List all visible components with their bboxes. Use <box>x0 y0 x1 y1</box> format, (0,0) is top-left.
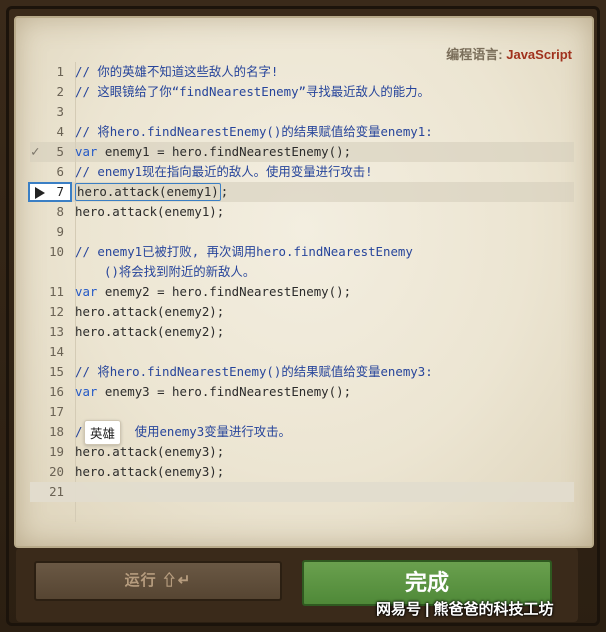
code-line[interactable]: 8 hero.attack(enemy1); <box>30 202 574 222</box>
line-number: 19 <box>49 444 64 459</box>
code-line[interactable]: 16 var enemy3 = hero.findNearestEnemy(); <box>30 382 574 402</box>
code-line[interactable]: 1 // 你的英雄不知道这些敌人的名字! <box>30 62 574 82</box>
code-line-current[interactable]: 7 hero.attack(enemy1); <box>28 182 574 202</box>
line-number: 8 <box>56 204 64 219</box>
code-line[interactable]: 4 // 将hero.findNearestEnemy()的结果赋值给变量ene… <box>30 122 574 142</box>
code-text[interactable]: // enemy1已被打败, 再次调用hero.findNearestEnemy <box>75 242 413 262</box>
line-number: 4 <box>56 124 64 139</box>
code-text-continuation[interactable]: ()将会找到附近的新敌人。 <box>104 262 255 282</box>
code-text-rest: enemy1 = hero.findNearestEnemy(); <box>97 144 352 159</box>
line-number: 6 <box>56 164 64 179</box>
play-icon <box>35 187 45 199</box>
line-number: 17 <box>49 404 64 419</box>
code-text[interactable]: var enemy2 = hero.findNearestEnemy(); <box>75 282 351 302</box>
code-line-wrap[interactable]: ()将会找到附近的新敌人。 <box>30 262 574 282</box>
code-text-rest: enemy3 = hero.findNearestEnemy(); <box>97 384 352 399</box>
code-text[interactable]: // enemy1现在指向最近的敌人。使用变量进行攻击! <box>75 162 373 182</box>
code-line[interactable]: 9 <box>30 222 574 242</box>
language-indicator: 编程语言: JavaScript <box>446 44 572 63</box>
code-text[interactable]: hero.attack(enemy3); <box>75 442 224 462</box>
line-number: 16 <box>49 384 64 399</box>
language-value[interactable]: JavaScript <box>506 47 572 62</box>
code-text[interactable]: hero.attack(enemy1); <box>75 182 228 202</box>
code-text[interactable]: // 这眼镜给了你“findNearestEnemy”寻找最近敌人的能力。 <box>75 82 430 102</box>
line-number: 10 <box>49 244 64 259</box>
code-text[interactable]: hero.attack(enemy2); <box>75 302 224 322</box>
code-text-rest: enemy2 = hero.findNearestEnemy(); <box>97 284 352 299</box>
statement-terminator: ; <box>220 184 229 199</box>
code-text[interactable]: hero.attack(enemy2); <box>75 322 224 342</box>
code-line[interactable]: 19 hero.attack(enemy3); <box>30 442 574 462</box>
line-number: 2 <box>56 84 64 99</box>
code-line[interactable]: 14 <box>30 342 574 362</box>
code-line-cursor[interactable]: 21 <box>30 482 574 502</box>
line-number: 3 <box>56 104 64 119</box>
code-text[interactable]: // 将hero.findNearestEnemy()的结果赋值给变量enemy… <box>75 122 433 142</box>
code-editor[interactable]: 1 // 你的英雄不知道这些敌人的名字! 2 // 这眼镜给了你“findNea… <box>28 62 574 530</box>
line-number: 9 <box>56 224 64 239</box>
run-button[interactable]: 运行 ⇧↵ <box>34 561 282 601</box>
line-number: 11 <box>49 284 64 299</box>
code-text[interactable]: // 将hero.findNearestEnemy()的结果赋值给变量enemy… <box>75 362 433 382</box>
current-line-marker[interactable]: 7 <box>28 182 72 202</box>
code-line[interactable]: 3 <box>30 102 574 122</box>
code-line[interactable]: 12 hero.attack(enemy2); <box>30 302 574 322</box>
code-line[interactable]: 2 // 这眼镜给了你“findNearestEnemy”寻找最近敌人的能力。 <box>30 82 574 102</box>
code-line[interactable]: 10 // enemy1已被打败, 再次调用hero.findNearestEn… <box>30 242 574 262</box>
keyword-var: var <box>75 144 98 159</box>
line-number: 7 <box>56 184 64 199</box>
line-number: 14 <box>49 344 64 359</box>
line-number: 20 <box>49 464 64 479</box>
code-line[interactable]: 17 <box>30 402 574 422</box>
code-line[interactable]: 20 hero.attack(enemy3); <box>30 462 574 482</box>
code-text[interactable]: var enemy1 = hero.findNearestEnemy(); <box>75 142 351 162</box>
language-label: 编程语言: <box>446 47 503 62</box>
line-number: 12 <box>49 304 64 319</box>
autocomplete-tooltip[interactable]: 英雄 <box>84 420 122 445</box>
code-text[interactable]: // 你的英雄不知道这些敌人的名字! <box>75 62 278 82</box>
selected-statement[interactable]: hero.attack(enemy1) <box>75 183 221 201</box>
code-line[interactable]: 13 hero.attack(enemy2); <box>30 322 574 342</box>
code-text[interactable]: var enemy3 = hero.findNearestEnemy(); <box>75 382 351 402</box>
code-line[interactable]: 15 // 将hero.findNearestEnemy()的结果赋值给变量en… <box>30 362 574 382</box>
watermark-text: 网易号 | 熊爸爸的科技工坊 <box>376 601 554 618</box>
line-number: 18 <box>49 424 64 439</box>
code-text[interactable]: hero.attack(enemy3); <box>75 462 224 482</box>
code-line[interactable]: 11 var enemy2 = hero.findNearestEnemy(); <box>30 282 574 302</box>
code-line-active[interactable]: ✓ 5 var enemy1 = hero.findNearestEnemy()… <box>30 142 574 162</box>
line-number: 21 <box>49 484 64 499</box>
keyword-var: var <box>75 384 98 399</box>
code-text[interactable]: hero.attack(enemy1); <box>75 202 224 222</box>
keyword-var: var <box>75 284 98 299</box>
line-number: 15 <box>49 364 64 379</box>
line-number: 1 <box>56 64 64 79</box>
code-line[interactable]: 6 // enemy1现在指向最近的敌人。使用变量进行攻击! <box>30 162 574 182</box>
line-number: 13 <box>49 324 64 339</box>
line-number: 5 <box>56 144 64 159</box>
